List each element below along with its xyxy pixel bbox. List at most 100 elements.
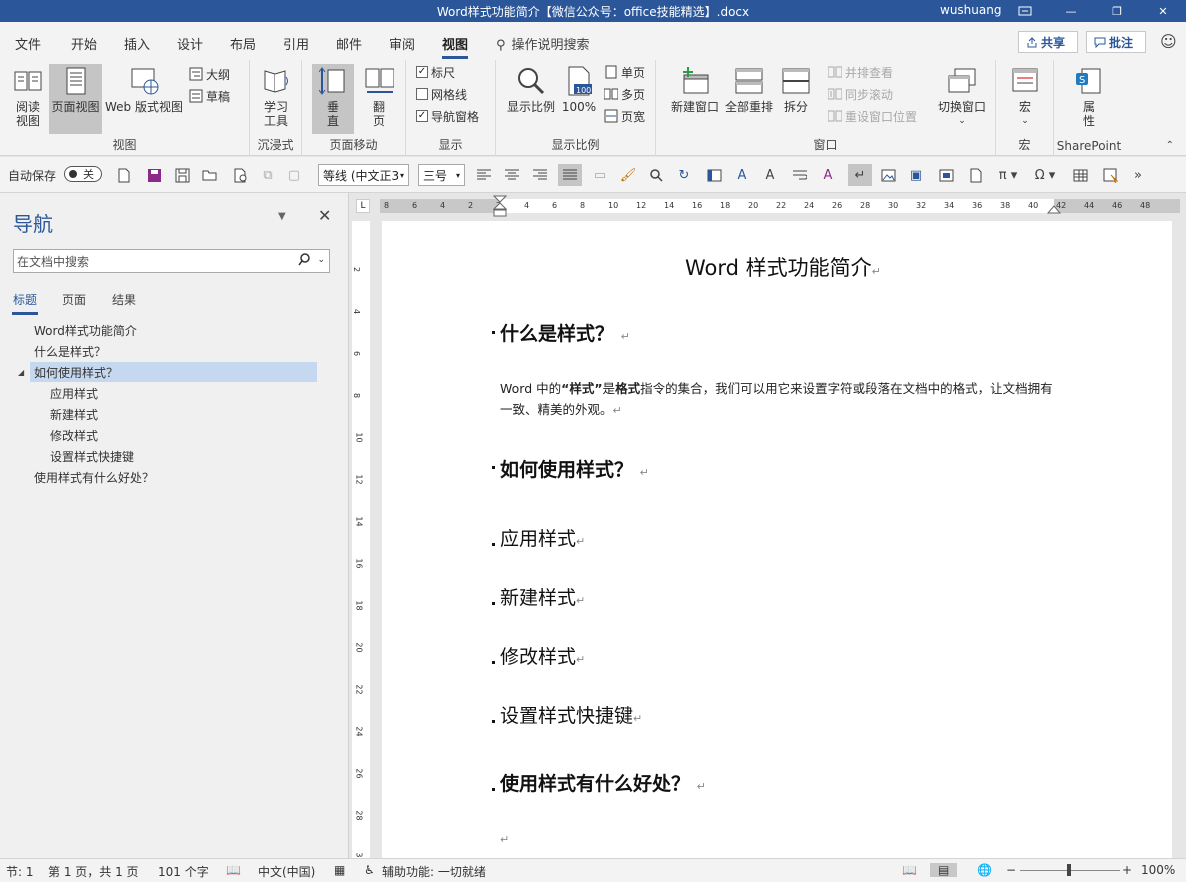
right-indent-marker-icon[interactable] [1047,203,1061,215]
zoom-100-button[interactable]: 100 100% [560,64,598,114]
format-painter-icon[interactable]: 🖌 [618,165,638,185]
new-document-icon[interactable] [114,165,134,185]
nav-heading-item[interactable]: 应用样式 [46,383,98,403]
document-heading-1[interactable]: 什么是样式？ ↵ [500,319,630,346]
tab-mailings[interactable]: 邮件 [336,34,362,53]
font-name-dropdown[interactable]: 等线 (中文正3 ▾ [318,164,409,186]
minimize-button[interactable]: — [1048,0,1094,22]
collapse-ribbon-icon[interactable]: ⌃ [1166,140,1174,151]
text-wrap-icon[interactable] [790,165,810,185]
learning-tools-button[interactable]: 学习 工具 [256,64,296,128]
side-to-side-button[interactable]: 翻 页 [358,64,400,128]
nav-tab-results[interactable]: 结果 [112,291,136,308]
tab-layout[interactable]: 布局 [230,34,256,53]
replace-icon[interactable]: ↻ [674,165,694,185]
document-heading-2[interactable]: 设置样式快捷键↵ [500,701,642,728]
print-preview-icon[interactable] [230,165,250,185]
document-heading-2[interactable]: 修改样式↵ [500,642,585,669]
view-side-by-side-button[interactable]: 并排查看 [828,62,893,82]
insert-enter-icon[interactable]: ↵ [848,164,872,186]
print-layout-button[interactable]: 页面视图 [49,64,102,134]
nav-pane-close-icon[interactable]: ✕ [318,206,331,225]
read-mode-view-icon[interactable]: 📖 [902,863,917,877]
ruler-check-icon[interactable]: ✓ [416,66,428,78]
language-indicator[interactable]: 中文(中国) [258,863,315,880]
split-button[interactable]: 拆分 [778,64,814,114]
text-box-icon[interactable] [704,165,724,185]
justify-icon[interactable] [558,164,582,186]
tab-file[interactable]: 文件 [15,34,41,53]
tab-view[interactable]: 视图 [442,34,469,59]
nav-heading-item[interactable]: 设置样式快捷键 [46,446,134,466]
read-mode-button[interactable]: 阅读 视图 [8,64,48,128]
zoom-level[interactable]: 100% [1141,863,1175,877]
distributed-icon[interactable]: ▭ [590,165,610,185]
web-layout-button[interactable]: Web 版式视图 [103,64,185,114]
nav-tab-headings[interactable]: 标题 [11,291,39,315]
text-frame-icon[interactable]: ▣ [906,165,926,185]
align-left-icon[interactable] [474,165,494,185]
properties-button[interactable]: S 属 性 [1070,64,1108,128]
equation-icon[interactable]: π ▾ [994,165,1022,185]
section-indicator[interactable]: 节: 1 [6,863,34,880]
multiple-pages-button[interactable]: 多页 [604,84,645,104]
nav-pane-check-icon[interactable]: ✓ [416,110,428,122]
draft-button[interactable]: 草稿 [189,86,230,106]
horizontal-ruler[interactable]: L 86422468101214161820222426283032343638… [350,193,1186,219]
vertical-button[interactable]: 垂 直 [312,64,354,134]
insert-picture-icon[interactable] [878,165,898,185]
document-page[interactable]: Word 样式功能简介↵ 什么是样式？ ↵ Word 中的“样式”是格式指令的集… [382,221,1172,858]
expand-collapse-icon[interactable]: ◢ [18,368,24,377]
save-purple-icon[interactable] [144,165,164,185]
tab-home[interactable]: 开始 [71,34,97,53]
switch-windows-button[interactable]: 切换窗口 ⌄ [932,64,992,128]
accessibility-icon[interactable]: ♿ [364,863,375,877]
zoom-button[interactable]: 显示比例 [504,64,558,114]
tab-design[interactable]: 设计 [177,34,203,53]
align-right-icon[interactable] [530,165,550,185]
nav-heading-item[interactable]: 什么是样式？ [30,341,106,361]
tab-insert[interactable]: 插入 [124,34,150,53]
find-icon[interactable] [646,165,666,185]
clear-formatting-icon[interactable]: A [818,165,838,185]
nav-heading-item[interactable]: 使用样式有什么好处？ [30,467,154,487]
save-icon[interactable] [172,165,192,185]
toolbar-overflow-icon[interactable]: » [1128,165,1148,185]
document-paragraph[interactable]: Word 中的“样式”是格式指令的集合，我们可以用它来设置字符或段落在文档中的格… [500,378,1060,421]
copy-format-icon[interactable]: ▢ [284,165,304,185]
arrange-all-button[interactable]: 全部重排 [722,64,776,114]
select-object-icon[interactable] [1100,165,1120,185]
zoom-in-button[interactable]: + [1122,863,1132,877]
close-button[interactable]: ✕ [1140,0,1186,22]
nav-heading-item[interactable]: 修改样式 [46,425,98,445]
document-title[interactable]: Word 样式功能简介↵ [685,252,881,282]
nav-tab-pages[interactable]: 页面 [62,291,86,308]
search-options-chevron-icon[interactable]: ⌄ [317,255,325,265]
proofing-icon[interactable]: 📖 [226,863,241,877]
word-count-indicator[interactable]: 101 个字 [158,863,209,880]
share-button[interactable]: 共享 [1018,31,1078,53]
compare-icon[interactable]: ⧉ [258,165,278,185]
zoom-slider-thumb[interactable] [1067,864,1071,876]
document-heading-1[interactable]: 如何使用样式？ ↵ [500,455,649,482]
nav-heading-item-selected[interactable]: 如何使用样式？ [30,362,317,382]
autosave-toggle[interactable]: 关 [64,166,102,182]
ruler-checkbox[interactable]: ✓ 标尺 [416,62,455,82]
ribbon-display-options-button[interactable] [1002,0,1048,22]
tab-review[interactable]: 审阅 [389,34,415,53]
tell-me-search[interactable]: ⚲ 操作说明搜索 [496,34,590,53]
document-heading-2[interactable]: 应用样式↵ [500,524,585,551]
synchronous-scrolling-button[interactable]: 同步滚动 [828,84,893,104]
page-width-button[interactable]: 页宽 [604,106,645,126]
one-page-button[interactable]: 单页 [604,62,645,82]
comments-button[interactable]: 批注 [1086,31,1146,53]
gridlines-check-icon[interactable] [416,88,428,100]
macros-button[interactable]: 宏 ⌄ [1006,64,1044,128]
document-heading-2[interactable]: 新建样式↵ [500,583,585,610]
navigation-pane-checkbox[interactable]: ✓ 导航窗格 [416,106,479,126]
reset-window-position-button[interactable]: 重设窗口位置 [828,106,917,126]
nav-heading-item[interactable]: 新建样式 [46,404,98,424]
insert-chart-icon[interactable] [936,165,956,185]
text-effects-icon[interactable]: A [732,165,752,185]
feedback-smiley-icon[interactable]: ☺ [1160,32,1177,51]
